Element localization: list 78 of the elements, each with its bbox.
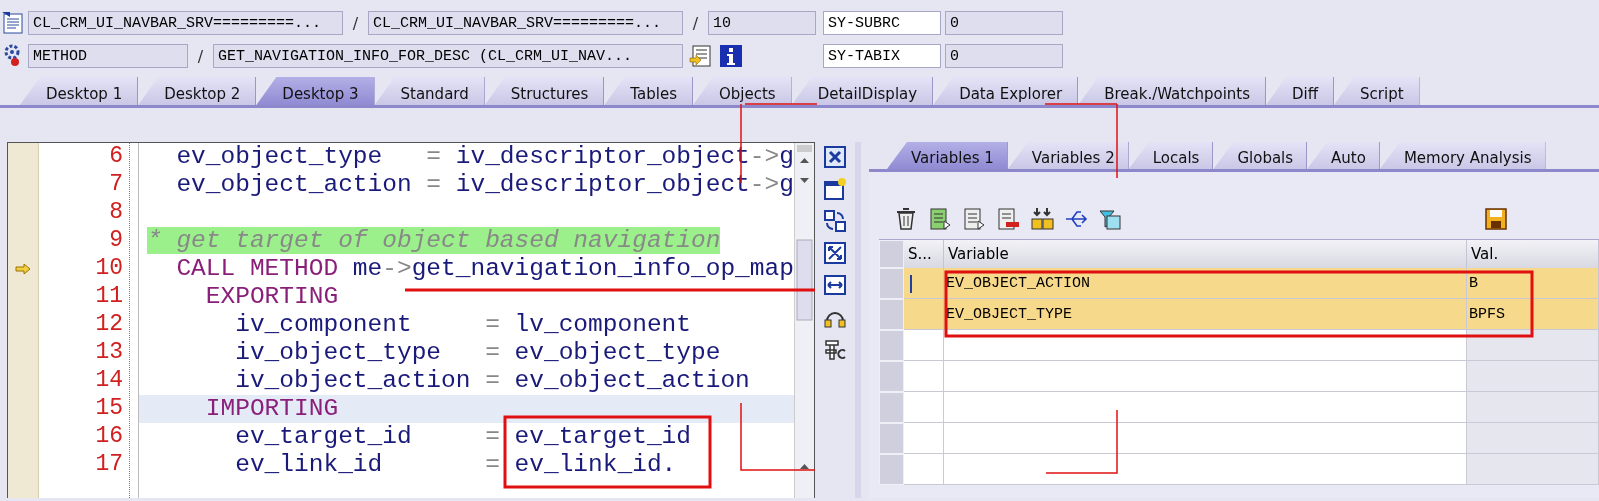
resize-icon[interactable] (823, 273, 847, 297)
code-line: iv_object_action = ev_object_action (234, 367, 750, 394)
info-button[interactable] (719, 44, 743, 68)
separator: / (691, 13, 700, 33)
code-line: ev_target_id = ev_target_id (234, 423, 691, 450)
new-window-icon[interactable] (823, 177, 847, 201)
variables-tab[interactable]: Memory Analysis (1379, 142, 1546, 169)
line-number: 6 (108, 143, 124, 171)
system-field-value[interactable]: 0 (945, 44, 1063, 68)
desktop-tab[interactable]: Script (1334, 77, 1420, 105)
display-button[interactable] (689, 44, 713, 68)
save-icon[interactable] (1483, 207, 1509, 231)
line-number: 16 (94, 423, 124, 451)
location-field[interactable]: CL_CRM_UI_NAVBAR_SRV=========... (28, 11, 343, 35)
arrow-icon (15, 263, 31, 275)
desktop-tab[interactable]: Break./Watchpoints (1078, 77, 1266, 105)
table-cell (904, 392, 944, 423)
code-line: EXPORTING (204, 283, 339, 310)
desktop-tab[interactable]: Objects (692, 77, 792, 105)
table-cell (904, 423, 944, 454)
code-line: iv_component = lv_component (234, 311, 691, 338)
document-icon[interactable] (961, 207, 987, 231)
variables-tab[interactable]: Variables 2 (1007, 142, 1129, 169)
line-number: 14 (94, 367, 124, 395)
desktop-tab[interactable]: Desktop 1 (20, 77, 139, 105)
location-field[interactable]: 10 (708, 11, 816, 35)
desktop-tab[interactable]: Tables (604, 77, 693, 105)
line-number: 12 (94, 311, 124, 339)
desktop-tab[interactable]: Standard (374, 77, 485, 105)
desktop-tab[interactable]: DetailDisplay (791, 77, 934, 105)
tool-icon[interactable] (823, 337, 847, 361)
line-number: 11 (94, 283, 124, 311)
line-number: 9 (108, 227, 124, 255)
table-cell (904, 454, 944, 485)
location-field[interactable]: GET_NAVIGATION_INFO_FOR_DESC (CL_CRM_UI_NAV... (213, 44, 683, 68)
corner-cell[interactable] (879, 240, 904, 268)
filter-icon[interactable] (1097, 207, 1123, 231)
fullscreen-icon[interactable] (823, 241, 847, 265)
table-cell (904, 361, 944, 392)
location-field[interactable]: CL_CRM_UI_NAVBAR_SRV=========... (368, 11, 683, 35)
swap-icon[interactable] (823, 209, 847, 233)
table-cell: EV_OBJECT_ACTION (944, 268, 1467, 299)
separator: / (351, 13, 360, 33)
scrollbar[interactable] (794, 143, 814, 498)
location-field[interactable]: METHOD (28, 44, 188, 68)
variables-tab[interactable]: Locals (1128, 142, 1214, 169)
variables-tab[interactable]: Variables 1 (887, 142, 1008, 169)
variables-tab[interactable]: Auto (1307, 142, 1380, 169)
desktop-tab[interactable]: Data Explorer (933, 77, 1079, 105)
document-icon (1, 11, 25, 35)
separator: / (196, 46, 205, 66)
code-line: CALL METHOD me->get_navigation_info_op_map (175, 255, 794, 282)
system-field-name[interactable]: SY-SUBRC (823, 11, 941, 35)
desktop-tab[interactable]: Structures (484, 77, 605, 105)
code-line: ev_object_action = iv_descriptor_object->g (175, 171, 794, 198)
table-cell: EV_OBJECT_TYPE (944, 299, 1467, 330)
line-number: 15 (94, 395, 124, 423)
line-number: 7 (108, 171, 124, 199)
sort-icon[interactable] (1029, 207, 1055, 231)
line-number: 13 (94, 339, 124, 367)
remove-row-icon[interactable] (995, 207, 1021, 231)
code-line: ev_link_id = ev_link_id. (234, 451, 677, 478)
code-line: iv_object_type = ev_object_type (234, 339, 721, 366)
close-icon[interactable] (823, 145, 847, 169)
desktop-tab[interactable]: Desktop 2 (138, 77, 257, 105)
desktop-tab[interactable]: Desktop 3 (256, 77, 375, 105)
list-icon[interactable] (927, 207, 953, 231)
table-cell: B (1467, 268, 1599, 299)
desktop-tab[interactable]: Diff (1266, 77, 1335, 105)
table-cell (904, 330, 944, 361)
system-field-name[interactable]: SY-TABIX (823, 44, 941, 68)
system-field-value[interactable]: 0 (945, 11, 1063, 35)
line-number: 17 (94, 451, 124, 479)
code-line: IMPORTING (204, 395, 339, 422)
line-number: 10 (94, 255, 124, 283)
table-cell: BPFS (1467, 299, 1599, 330)
line-number: 8 (108, 199, 124, 227)
variables-tab[interactable]: Globals (1213, 142, 1308, 169)
